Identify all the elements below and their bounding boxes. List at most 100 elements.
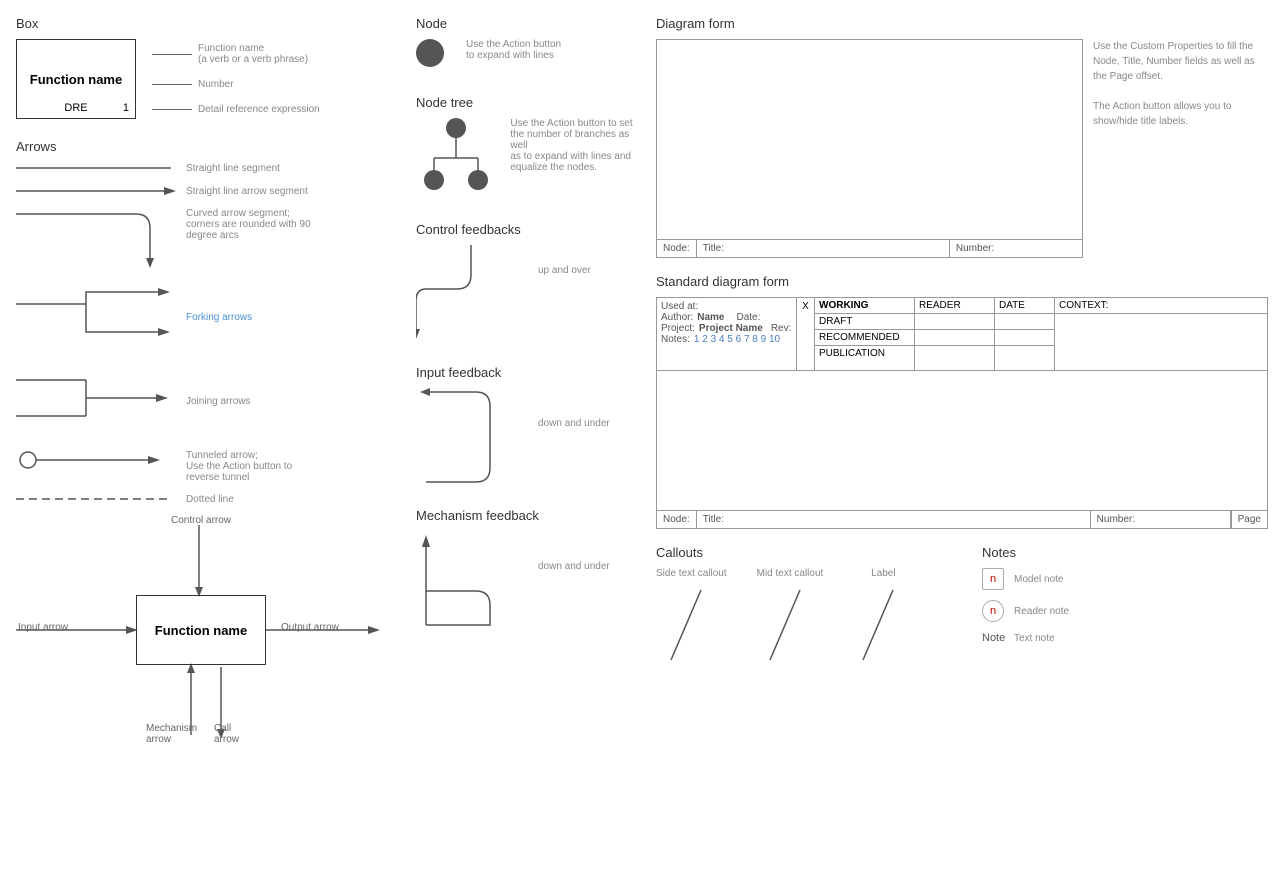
sdf-date-row2: [995, 330, 1054, 346]
sdf-context-col: CONTEXT:: [1055, 298, 1267, 370]
standard-diagram-form-section: Standard diagram form Used at: Author: N…: [656, 274, 1268, 529]
label-callout-label: Label: [871, 568, 895, 579]
callouts-section: Callouts Side text callout Mid text call…: [656, 545, 942, 665]
label-line-dre: [152, 109, 192, 110]
sdf-author-row: Author: Name Date:: [661, 312, 792, 323]
box-label-name-text: Function name(a verb or a verb phrase): [198, 43, 308, 65]
sdf-project-name: Project Name: [699, 323, 763, 334]
arrow-row-forking: Forking arrows: [16, 282, 396, 352]
side-callout-label: Side text callout: [656, 568, 727, 579]
input-arrow-label: Input arrow: [18, 622, 68, 633]
curved-arrow-svg: [16, 208, 176, 268]
control-feedback-section: Control feedbacks up and over: [416, 222, 636, 345]
arrow-visual-curved-arrow: [16, 208, 176, 268]
diagram-form-section: Diagram form Node: Title: Number: Use th…: [656, 16, 1268, 258]
joining-arrows-svg: [16, 366, 176, 436]
sdf-working: WORKING: [815, 298, 914, 314]
mechanism-feedback-title: Mechanism feedback: [416, 508, 636, 523]
label-line-name: [152, 54, 192, 55]
sdf-reader-row3: [915, 346, 994, 361]
node-desc: Use the Action buttonto expand with line…: [466, 39, 561, 61]
label-line-number: [152, 84, 192, 85]
box-labels: Function name(a verb or a verb phrase) N…: [152, 39, 320, 115]
box-label-number-text: Number: [198, 79, 234, 90]
straight-arrow-desc: Straight line arrow segment: [186, 186, 396, 197]
standard-diagram-form-outer: Used at: Author: Name Date: Project: Pro…: [656, 297, 1268, 529]
node-tree-svg: [416, 118, 488, 198]
sdf-date-col: DATE: [995, 298, 1055, 370]
text-note-prefix: Note: [982, 632, 1004, 644]
box-section: Box Function name 1 DRE Function name(a …: [16, 16, 396, 119]
arrow-row-dotted: Dotted line: [16, 493, 396, 505]
diagram-form-title: Diagram form: [656, 16, 1268, 31]
standard-diagram-form-title: Standard diagram form: [656, 274, 1268, 289]
mechanism-arrow-label: Mechanismarrow: [146, 723, 197, 745]
control-feedback-svg: [416, 245, 526, 345]
box-dre: DRE: [64, 102, 87, 114]
sdf-used-at: Used at:: [661, 301, 792, 312]
box-label-row-dre: Detail reference expression: [152, 104, 320, 115]
sdf-footer-title: Title:: [697, 511, 1091, 528]
side-callout-svg: [661, 585, 721, 665]
diagram-form-footer: Node: Title: Number:: [657, 240, 1082, 257]
control-feedback-desc: up and over: [538, 265, 591, 276]
sdf-project-row: Project: Project Name Rev:: [661, 323, 792, 334]
joining-arrows-desc: Joining arrows: [186, 396, 396, 407]
tunneled-arrow-desc: Tunneled arrow;Use the Action button tor…: [186, 450, 396, 483]
box-number: 1: [123, 102, 129, 114]
sdf-status-col: WORKING DRAFT RECOMMENDED PUBLICATION: [815, 298, 915, 370]
arrow-row-joining: Joining arrows: [16, 366, 396, 436]
bottom-function-box: Function name: [136, 595, 266, 665]
diagram-form-node: Node:: [657, 240, 697, 257]
label-callout-svg: [853, 585, 913, 665]
diagram-form-outer: Node: Title: Number:: [656, 39, 1083, 258]
mechanism-feedback-svg: [416, 531, 526, 631]
straight-arrow-svg: [16, 184, 176, 198]
node-tree-title: Node tree: [416, 95, 636, 110]
mid-callout-svg: [760, 585, 820, 665]
sdf-recommended: RECOMMENDED: [815, 330, 914, 346]
callouts-title: Callouts: [656, 545, 942, 560]
notes-title: Notes: [982, 545, 1268, 560]
dotted-line-desc: Dotted line: [186, 494, 396, 505]
arrow-row-straight-line: Straight line segment: [16, 162, 396, 174]
mechanism-feedback-desc: down and under: [538, 561, 610, 572]
notes-section: Notes n Model note n Reader note Note: [982, 545, 1268, 665]
control-arrow-label: Control arrow: [171, 515, 231, 526]
sdf-footer: Node: Title: Number: Page: [657, 511, 1267, 528]
sdf-context-header: CONTEXT:: [1055, 298, 1267, 314]
diagram-form-body: [657, 40, 1082, 240]
input-feedback-section: Input feedback down and under: [416, 365, 636, 488]
model-note-label: Model note: [1014, 574, 1063, 585]
sdf-reader-row1: [915, 314, 994, 330]
model-note-item: n Model note: [982, 568, 1268, 590]
straight-line-desc: Straight line segment: [186, 163, 396, 174]
arrow-visual-forking: [16, 282, 176, 352]
sdf-body: [657, 371, 1267, 511]
sdf-publication: PUBLICATION: [815, 346, 914, 361]
sdf-date-row3: [995, 346, 1054, 361]
sdf-notes-row: Notes: 1 2 3 4 5 6 7 8 9 10: [661, 334, 792, 345]
sdf-notes-values: 1 2 3 4 5 6 7 8 9 10: [694, 334, 780, 345]
arrows-section: Arrows Straight line segment: [16, 139, 396, 505]
input-feedback-desc: down and under: [538, 418, 610, 429]
bottom-diagram: Control arrow Input arrow Output arrow M…: [16, 515, 396, 745]
sdf-reader-col: READER: [915, 298, 995, 370]
sdf-x-col: X: [797, 298, 815, 370]
tunneled-arrow-svg: [16, 450, 176, 470]
node-section-title: Node: [416, 16, 636, 31]
text-note-item: Note Text note: [982, 632, 1268, 644]
forking-arrows-svg: [16, 282, 176, 352]
sdf-draft: DRAFT: [815, 314, 914, 330]
mechanism-feedback-section: Mechanism feedback down and under: [416, 508, 636, 631]
sdf-footer-page: Page: [1231, 511, 1267, 528]
curved-arrow-desc: Curved arrow segment;corners are rounded…: [186, 208, 396, 241]
reader-note-label: Reader note: [1014, 606, 1069, 617]
sdf-footer-number: Number:: [1091, 511, 1231, 528]
dotted-line-svg: [16, 493, 176, 505]
box-label-row-name: Function name(a verb or a verb phrase): [152, 43, 320, 65]
diagram-form-note: Use the Custom Properties to fill the No…: [1083, 39, 1268, 258]
diagram-form-title-cell: Title:: [697, 240, 950, 257]
sdf-reader-row2: [915, 330, 994, 346]
node-tree-section: Node tree Use the Action button to setth…: [416, 95, 636, 202]
